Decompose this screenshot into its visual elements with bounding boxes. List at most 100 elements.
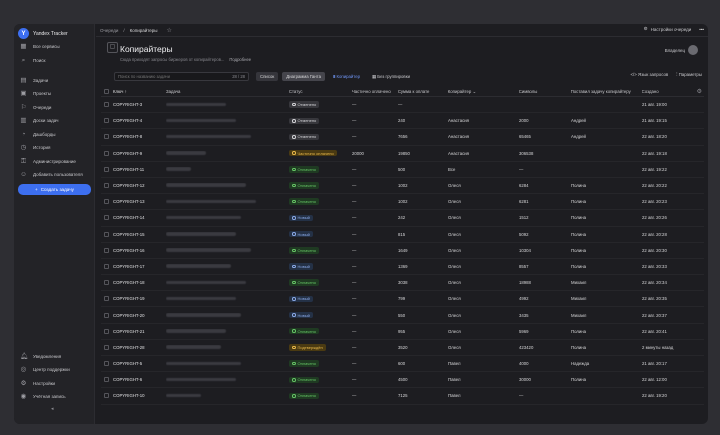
- no-grouping-button[interactable]: ▦ Без группировки: [368, 72, 414, 81]
- table-row[interactable]: COPYRIGHT-14 Новый — 242 Олеся 1512 Полина 22 а…: [101, 210, 704, 227]
- more-link[interactable]: Подробнее: [229, 57, 251, 62]
- task-title-redacted[interactable]: [166, 248, 251, 252]
- sidebar-item-history[interactable]: ◷ История: [20, 143, 51, 153]
- row-checkbox[interactable]: [104, 328, 109, 334]
- status-badge[interactable]: Новый: [289, 295, 313, 303]
- table-row[interactable]: COPYRIGHT-17 Новый — 1369 Олеся 8557 Полина 22 …: [101, 259, 704, 276]
- col-symbols[interactable]: Символы: [519, 89, 571, 94]
- issue-key[interactable]: COPYRIGHT-17: [113, 264, 166, 269]
- task-title-redacted[interactable]: [166, 134, 251, 139]
- status-badge[interactable]: Оплачено: [289, 392, 319, 400]
- task-title-redacted[interactable]: [166, 102, 226, 107]
- more-menu-icon[interactable]: •••: [699, 27, 704, 32]
- row-checkbox[interactable]: [104, 263, 109, 269]
- table-row[interactable]: COPYRIGHT-19 Новый — 799 Олеся 4992 Михаил 22 а…: [101, 291, 704, 308]
- sidebar-item-boards[interactable]: ▥ Доски задач: [20, 116, 58, 126]
- issue-key[interactable]: COPYRIGHT-9: [113, 151, 166, 156]
- table-row[interactable]: COPYRIGHT-15 Новый — 815 Олеся 5092 Полина 22 а…: [101, 227, 704, 243]
- table-row[interactable]: COPYRIGHT-10 Оплачено — 7125 Павел — 22 авг. 1…: [101, 388, 704, 405]
- task-title-redacted[interactable]: [166, 118, 236, 123]
- collapse-sidebar-icon[interactable]: ◂: [51, 406, 54, 412]
- task-title-redacted[interactable]: [166, 312, 241, 317]
- status-badge[interactable]: Отменено: [289, 133, 320, 141]
- task-title-redacted[interactable]: [166, 329, 226, 333]
- col-assigner[interactable]: Поставил задачу копирайтеру: [571, 89, 642, 94]
- status-badge[interactable]: Оплачено: [289, 166, 319, 173]
- sidebar-item-dashboards[interactable]: ◔ Дашборды: [20, 129, 56, 139]
- issue-key[interactable]: COPYRIGHT-19: [113, 296, 166, 301]
- table-row[interactable]: COPYRIGHT-13 Оплачено — 1002 Олеся 6281 Полина…: [101, 194, 704, 211]
- status-badge[interactable]: Новый: [289, 214, 313, 222]
- table-row[interactable]: COPYRIGHT-4 Отменено — 240 Анастасия 2000 Андр…: [101, 113, 704, 130]
- status-badge[interactable]: Подтверждён: [289, 344, 326, 351]
- sidebar-item-admin[interactable]: ⚿ Администрирование: [20, 156, 76, 166]
- group-copywriter-button[interactable]: ⩩ Копирайтер: [329, 72, 364, 81]
- sidebar-item-search[interactable]: ⌕ Поиск: [20, 55, 46, 65]
- owner[interactable]: Владелец: [665, 45, 698, 55]
- issue-key[interactable]: COPYRIGHT-10: [113, 393, 166, 398]
- col-task[interactable]: Задача: [166, 89, 289, 94]
- table-row[interactable]: COPYRIGHT-5 Оплачено — 600 Павел 4000 Надежда 2…: [101, 356, 704, 373]
- status-badge[interactable]: Оплачено: [289, 279, 319, 286]
- issue-key[interactable]: COPYRIGHT-13: [113, 199, 166, 204]
- col-created[interactable]: Создано: [642, 89, 697, 94]
- table-row[interactable]: COPYRIGHT-11 Оплачено — 500 Все — 22 авг. 19:2…: [101, 162, 704, 178]
- create-task-button[interactable]: + Создать задачу: [18, 184, 91, 195]
- task-title-redacted[interactable]: [166, 377, 236, 382]
- row-checkbox[interactable]: [104, 215, 109, 221]
- issue-key[interactable]: COPYRIGHT-11: [113, 167, 166, 172]
- status-badge[interactable]: Новый: [289, 263, 313, 270]
- column-settings-icon[interactable]: ⚙: [697, 88, 704, 95]
- issue-key[interactable]: COPYRIGHT-8: [113, 134, 166, 139]
- issue-key[interactable]: COPYRIGHT-18: [113, 280, 166, 285]
- table-row[interactable]: COPYRIGHT-28 Подтверждён — 3520 Олеся 423420 П…: [101, 340, 704, 356]
- task-title-redacted[interactable]: [166, 151, 206, 155]
- status-badge[interactable]: Частично оплачено: [289, 149, 337, 157]
- status-badge[interactable]: Оплачено: [289, 182, 319, 189]
- brand[interactable]: Y Yandex Tracker: [18, 28, 68, 39]
- issue-key[interactable]: COPYRIGHT-21: [113, 329, 166, 334]
- status-badge[interactable]: Оплачено: [289, 247, 319, 254]
- select-all-checkbox[interactable]: [104, 89, 109, 94]
- table-row[interactable]: COPYRIGHT-21 Оплачено — 955 Олеся 5969 Полина 2…: [101, 324, 704, 340]
- row-checkbox[interactable]: [104, 247, 109, 253]
- status-badge[interactable]: Оплачено: [289, 360, 319, 367]
- task-title-redacted[interactable]: [166, 232, 236, 236]
- sidebar-item-bell[interactable]: 🔔︎ Уведомления: [20, 351, 61, 361]
- parameters-button[interactable]: ⫶ Параметры: [676, 72, 702, 77]
- issue-key[interactable]: COPYRIGHT-14: [113, 215, 166, 220]
- col-partial-paid[interactable]: Частично оплачено: [352, 89, 398, 94]
- status-badge[interactable]: Оплачено: [289, 376, 319, 384]
- task-title-redacted[interactable]: [166, 361, 241, 366]
- issue-key[interactable]: COPYRIGHT-16: [113, 248, 166, 253]
- breadcrumb-current[interactable]: Копирайтеры: [130, 28, 158, 33]
- row-checkbox[interactable]: [104, 393, 109, 399]
- query-language-button[interactable]: </> Язык запросов: [630, 72, 668, 77]
- sidebar-item-gear[interactable]: ⚙ Настройки: [20, 378, 56, 388]
- row-checkbox[interactable]: [104, 231, 109, 237]
- issue-key[interactable]: COPYRIGHT-28: [113, 345, 166, 350]
- task-title-redacted[interactable]: [166, 199, 256, 204]
- sidebar-item-grid[interactable]: ▦ Все сервисы: [20, 41, 59, 51]
- status-badge[interactable]: Оплачено: [289, 327, 319, 335]
- issue-key[interactable]: COPYRIGHT-4: [113, 118, 166, 123]
- table-row[interactable]: COPYRIGHT-16 Оплачено — 1649 Олеся 10304 Полин…: [101, 243, 704, 259]
- status-badge[interactable]: Отменено: [289, 101, 320, 108]
- status-badge[interactable]: Оплачено: [289, 198, 319, 205]
- sidebar-item-support[interactable]: ◎ Центр поддержки: [20, 365, 70, 375]
- sidebar-item-queues[interactable]: ⚐ Очереди: [20, 102, 52, 112]
- issue-key[interactable]: COPYRIGHT-12: [113, 183, 166, 188]
- col-key[interactable]: Ключ ↑: [113, 89, 166, 94]
- task-title-redacted[interactable]: [166, 345, 221, 349]
- col-copywriter[interactable]: Копирайтер ⌄: [448, 89, 519, 95]
- row-checkbox[interactable]: [104, 377, 109, 383]
- task-title-redacted[interactable]: [166, 215, 241, 220]
- row-checkbox[interactable]: [104, 166, 109, 172]
- row-checkbox[interactable]: [104, 183, 109, 189]
- row-checkbox[interactable]: [104, 118, 109, 124]
- task-title-redacted[interactable]: [166, 264, 231, 268]
- task-title-redacted[interactable]: [166, 183, 246, 188]
- table-row[interactable]: COPYRIGHT-9 Частично оплачено 20000 19850 Ан…: [101, 146, 704, 162]
- row-checkbox[interactable]: [104, 280, 109, 286]
- table-row[interactable]: COPYRIGHT-20 Новый — 550 Олеся 3435 Михаил 22 а…: [101, 307, 704, 324]
